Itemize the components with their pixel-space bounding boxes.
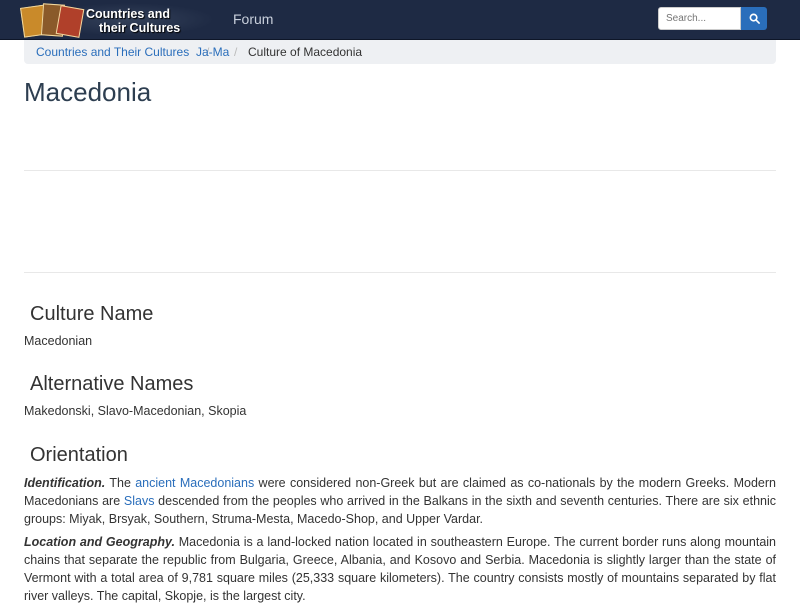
breadcrumb-link-ja-ma[interactable]: Ja-Ma <box>196 45 229 59</box>
search-icon <box>749 13 760 24</box>
logo-line1: Countries and <box>86 7 171 21</box>
logo-line2: their Cultures <box>99 21 181 35</box>
breadcrumb: Countries and Their Cultures / Ja-Ma / C… <box>24 40 776 64</box>
site-logo[interactable]: Countries and their Cultures <box>20 3 180 38</box>
page-title: Macedonia <box>24 77 152 107</box>
identification-paragraph: Identification. The ancient Macedonians … <box>24 474 776 528</box>
search-input[interactable] <box>658 7 741 30</box>
paragraph-text: The <box>105 476 136 490</box>
divider <box>24 272 776 273</box>
culture-name-text: Macedonian <box>24 334 93 348</box>
ancient-macedonians-link[interactable]: ancient Macedonians <box>135 476 254 490</box>
top-navbar: Countries and their Cultures Forum <box>0 0 800 40</box>
search-button[interactable] <box>741 7 767 30</box>
location-geography-label: Location and Geography. <box>24 535 175 549</box>
logo-image <box>20 3 85 38</box>
location-geography-paragraph: Location and Geography. Macedonia is a l… <box>24 533 776 605</box>
breadcrumb-link-countries[interactable]: Countries and Their Cultures <box>36 45 189 59</box>
breadcrumb-separator: / <box>234 45 238 59</box>
nav-forum-link[interactable]: Forum <box>233 11 273 27</box>
alternative-names-text: Makedonski, Slavo-Macedonian, Skopia <box>24 404 247 418</box>
section-heading-orientation: Orientation <box>30 444 128 466</box>
section-heading-culture-name: Culture Name <box>30 303 154 325</box>
breadcrumb-current: Culture of Macedonia <box>248 45 363 59</box>
logo-text: Countries and their Cultures <box>86 7 196 35</box>
section-heading-alternative-names: Alternative Names <box>30 373 194 395</box>
divider <box>24 170 776 171</box>
search-form <box>658 7 767 30</box>
slavs-link[interactable]: Slavs <box>124 494 155 508</box>
identification-label: Identification. <box>24 476 106 490</box>
